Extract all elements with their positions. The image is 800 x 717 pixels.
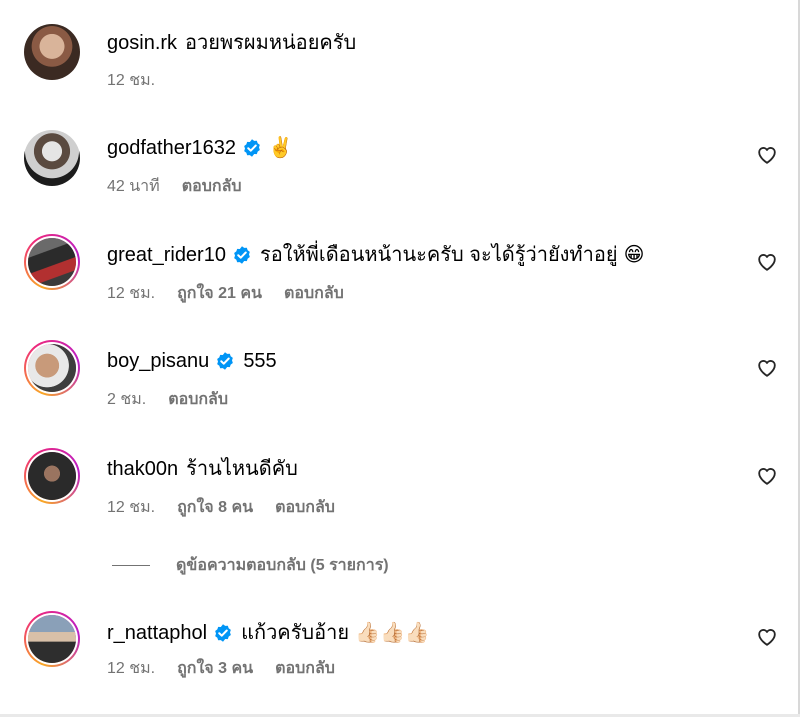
avatar[interactable] (24, 611, 80, 667)
divider-dash (112, 565, 150, 567)
comment-item: godfather1632 ✌️ 42 นาที ตอบกลับ (0, 106, 798, 196)
comment-emoji: 👍🏻👍🏻👍🏻 (355, 622, 430, 644)
comment-time: 12 ชม. (107, 660, 156, 677)
reply-button[interactable]: ตอบกลับ (284, 285, 344, 302)
comment-username[interactable]: boy_pisanu (107, 347, 209, 375)
reply-button[interactable]: ตอบกลับ (182, 178, 242, 195)
avatar[interactable] (24, 234, 80, 290)
comment-item: boy_pisanu 555 2 ชม. ตอบกลับ (0, 319, 798, 409)
avatar[interactable] (24, 340, 80, 396)
likes-count[interactable]: ถูกใจ 3 คน (177, 660, 253, 677)
comment-item: gosin.rk อวยพรผมหน่อยครับ 12 ชม. (0, 0, 798, 90)
comment-username[interactable]: gosin.rk (107, 29, 177, 57)
comment-item: great_rider10 รอให้พี่เดือนหน้านะครับ จะ… (0, 213, 798, 303)
comment-item: thak00n ร้านไหนดีคับ 12 ชม. ถูกใจ 8 คน ตอบ… (0, 427, 798, 517)
avatar[interactable] (24, 448, 80, 504)
comment-text: ร้านไหนดีคับ (186, 458, 298, 480)
reply-button[interactable]: ตอบกลับ (275, 660, 335, 677)
heart-outline-icon[interactable] (756, 251, 778, 273)
comment-time: 12 ชม. (107, 72, 156, 89)
comment-username[interactable]: godfather1632 (107, 134, 236, 162)
view-replies-label[interactable]: ดูข้อความตอบกลับ (5 รายการ) (176, 557, 389, 574)
comment-text: 555 (243, 350, 277, 372)
comment-username[interactable]: thak00n (107, 455, 178, 483)
view-replies-button[interactable]: ดูข้อความตอบกลับ (5 รายการ) (112, 555, 389, 577)
heart-outline-icon[interactable] (756, 465, 778, 487)
comment-emoji: 😁 (623, 244, 645, 266)
likes-count[interactable]: ถูกใจ 21 คน (177, 285, 262, 302)
verified-badge-icon (244, 139, 260, 157)
likes-count[interactable]: ถูกใจ 8 คน (177, 499, 253, 516)
comment-time: 42 นาที (107, 178, 160, 195)
comment-time: 2 ชม. (107, 391, 147, 408)
comment-time: 12 ชม. (107, 499, 156, 516)
comment-username[interactable]: r_nattaphol (107, 619, 207, 647)
avatar[interactable] (24, 130, 80, 186)
comment-text: แก้วครับอ้าย (241, 622, 350, 644)
verified-badge-icon (234, 246, 250, 264)
heart-outline-icon[interactable] (756, 144, 778, 166)
comment-username[interactable]: great_rider10 (107, 241, 226, 269)
reply-button[interactable]: ตอบกลับ (275, 499, 335, 516)
comment-time: 12 ชม. (107, 285, 156, 302)
comment-text: อวยพรผมหน่อยครับ (185, 32, 357, 54)
avatar[interactable] (24, 24, 80, 80)
verified-badge-icon (217, 352, 234, 370)
reply-button[interactable]: ตอบกลับ (168, 391, 228, 408)
heart-outline-icon[interactable] (756, 357, 778, 379)
comment-emoji: ✌️ (268, 137, 293, 159)
heart-outline-icon[interactable] (756, 626, 778, 648)
comment-item: r_nattaphol แก้วครับอ้าย 👍🏻👍🏻👍🏻 12 ชม. ถู… (0, 591, 798, 681)
comment-text: รอให้พี่เดือนหน้านะครับ จะได้รู้ว่ายังทำ… (259, 244, 618, 266)
verified-badge-icon (215, 624, 231, 642)
